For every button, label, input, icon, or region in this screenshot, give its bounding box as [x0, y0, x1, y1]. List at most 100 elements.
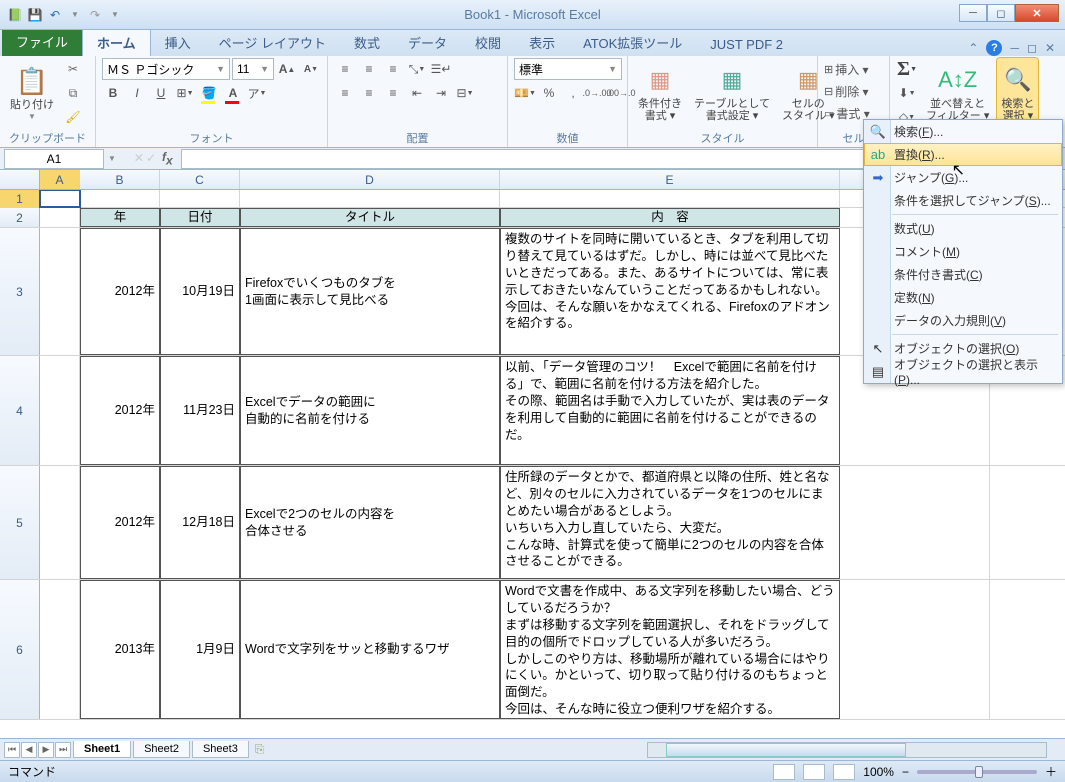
grow-font-icon[interactable]: A▲ [276, 58, 298, 80]
cell-E4[interactable]: 以前、「データ管理のコツ！ Excelで範囲に名前を付ける」で、範囲に名前を付け… [500, 356, 840, 465]
cell-D6[interactable]: Wordで文字列をサッと移動するワザ [240, 580, 500, 719]
col-header-B[interactable]: B [80, 170, 160, 189]
hscroll-thumb[interactable] [666, 743, 906, 757]
row-header-4[interactable]: 4 [0, 356, 40, 465]
row-header-1[interactable]: 1 [0, 190, 40, 207]
sheet-nav-first-icon[interactable]: ⏮ [4, 742, 20, 758]
tab-view[interactable]: 表示 [515, 29, 569, 56]
sheet-tab-1[interactable]: Sheet1 [73, 741, 131, 758]
phonetic-button[interactable]: ア▼ [246, 82, 268, 104]
undo-more-icon[interactable]: ▼ [66, 6, 84, 24]
sheet-nav-next-icon[interactable]: ▶ [38, 742, 54, 758]
font-color-button[interactable]: A [222, 82, 244, 104]
conditional-format-button[interactable]: ▦ 条件付き 書式 ▾ [634, 58, 686, 128]
menu-replace[interactable]: ab置換(R)... [864, 143, 1062, 166]
col-header-E[interactable]: E [500, 170, 840, 189]
tab-layout[interactable]: ページ レイアウト [205, 29, 340, 56]
menu-validation[interactable]: データの入力規則(V) [864, 309, 1062, 332]
row-header-3[interactable]: 3 [0, 228, 40, 355]
maximize-button[interactable]: ◻ [987, 4, 1015, 22]
cell-C5[interactable]: 12月18日 [160, 466, 240, 579]
col-header-C[interactable]: C [160, 170, 240, 189]
fill-color-button[interactable]: 🪣 [198, 82, 220, 104]
menu-formulas[interactable]: 数式(U) [864, 217, 1062, 240]
wrap-text-icon[interactable]: ☰↵ [430, 58, 452, 80]
sheet-nav-last-icon[interactable]: ⏭ [55, 742, 71, 758]
page-layout-view-icon[interactable] [803, 764, 825, 780]
cell-D5[interactable]: Excelで2つのセルの内容を 合体させる [240, 466, 500, 579]
tab-atok[interactable]: ATOK拡張ツール [569, 29, 696, 56]
align-bottom-icon[interactable]: ≡ [382, 58, 404, 80]
menu-goto[interactable]: ➡ジャンプ(G)... [864, 166, 1062, 189]
font-name-combo[interactable]: ＭＳ Ｐゴシック▼ [102, 58, 230, 80]
cell-D1[interactable] [240, 190, 500, 207]
tab-data[interactable]: データ [394, 29, 461, 56]
orientation-icon[interactable]: ⤡▼ [406, 58, 428, 80]
col-header-D[interactable]: D [240, 170, 500, 189]
cell-C1[interactable] [160, 190, 240, 207]
page-break-view-icon[interactable] [833, 764, 855, 780]
shrink-font-icon[interactable]: A▼ [300, 58, 322, 80]
cell-B5[interactable]: 2012年 [80, 466, 160, 579]
save-icon[interactable]: 💾 [26, 6, 44, 24]
enter-formula-icon[interactable]: ✓ [146, 151, 156, 165]
cell-C6[interactable]: 1月9日 [160, 580, 240, 719]
tab-pdf[interactable]: JUST PDF 2 [696, 33, 797, 56]
zoom-slider[interactable] [917, 770, 1037, 774]
border-button[interactable]: ⊞▼ [174, 82, 196, 104]
select-all-corner[interactable] [0, 170, 40, 189]
currency-icon[interactable]: 💴▼ [514, 82, 536, 104]
cell-D4[interactable]: Excelでデータの範囲に 自動的に名前を付ける [240, 356, 500, 465]
align-middle-icon[interactable]: ≡ [358, 58, 380, 80]
number-format-combo[interactable]: 標準▼ [514, 58, 622, 80]
namebox-dropdown-icon[interactable]: ▼ [104, 154, 120, 163]
cell-F5[interactable] [840, 466, 990, 579]
tab-file[interactable]: ファイル [2, 27, 82, 56]
name-box[interactable]: A1 [4, 149, 104, 169]
cell-A6[interactable] [40, 580, 80, 719]
new-sheet-icon[interactable]: ⎘ [255, 742, 265, 757]
fill-icon[interactable]: ⬇▼ [896, 82, 918, 104]
copy-icon[interactable]: ⧉ [62, 82, 84, 104]
sheet-tab-2[interactable]: Sheet2 [133, 741, 190, 758]
align-top-icon[interactable]: ≡ [334, 58, 356, 80]
comma-icon[interactable]: , [562, 82, 584, 104]
sheet-tab-3[interactable]: Sheet3 [192, 741, 249, 758]
cell-E1[interactable] [500, 190, 840, 207]
cell-C2[interactable]: 日付 [160, 208, 240, 227]
cell-A1[interactable] [40, 190, 80, 207]
cell-C4[interactable]: 11月23日 [160, 356, 240, 465]
align-center-icon[interactable]: ≡ [358, 82, 380, 104]
bold-button[interactable]: B [102, 82, 124, 104]
qat-customize-icon[interactable]: ▼ [106, 6, 124, 24]
doc-close-icon[interactable]: ✕ [1045, 41, 1055, 55]
cell-E6[interactable]: Wordで文書を作成中、ある文字列を移動したい場合、どうしているだろうか？ まず… [500, 580, 840, 719]
cell-D3[interactable]: Firefoxでいくつものタブを 1画面に表示して見比べる [240, 228, 500, 355]
zoom-in-icon[interactable]: ＋ [1045, 763, 1057, 780]
menu-selection-pane[interactable]: ▤オブジェクトの選択と表示(P)... [864, 360, 1062, 383]
increase-indent-icon[interactable]: ⇥ [430, 82, 452, 104]
minimize-button[interactable]: ─ [959, 4, 987, 22]
menu-conditional-format[interactable]: 条件付き書式(C) [864, 263, 1062, 286]
cut-icon[interactable]: ✂ [62, 58, 84, 80]
close-button[interactable]: ✕ [1015, 4, 1059, 22]
minimize-ribbon-icon[interactable]: ⌃ [968, 41, 978, 55]
delete-cells-button[interactable]: ⊟ 削除 ▾ [824, 80, 869, 102]
fx-icon[interactable]: fx [158, 150, 177, 167]
row-header-2[interactable]: 2 [0, 208, 40, 227]
menu-find[interactable]: 🔍検索(F)... [864, 120, 1062, 143]
percent-icon[interactable]: % [538, 82, 560, 104]
sheet-nav-prev-icon[interactable]: ◀ [21, 742, 37, 758]
tab-formula[interactable]: 数式 [340, 29, 394, 56]
cell-A3[interactable] [40, 228, 80, 355]
font-size-combo[interactable]: 11▼ [232, 58, 274, 80]
cell-C3[interactable]: 10月19日 [160, 228, 240, 355]
row-header-5[interactable]: 5 [0, 466, 40, 579]
decrease-indent-icon[interactable]: ⇤ [406, 82, 428, 104]
cell-F6[interactable] [840, 580, 990, 719]
tab-home[interactable]: ホーム [82, 28, 151, 56]
help-icon[interactable]: ? [986, 40, 1002, 56]
undo-icon[interactable]: ↶ [46, 6, 64, 24]
autosum-icon[interactable]: Σ▼ [896, 58, 918, 80]
zoom-out-icon[interactable]: − [902, 765, 909, 779]
